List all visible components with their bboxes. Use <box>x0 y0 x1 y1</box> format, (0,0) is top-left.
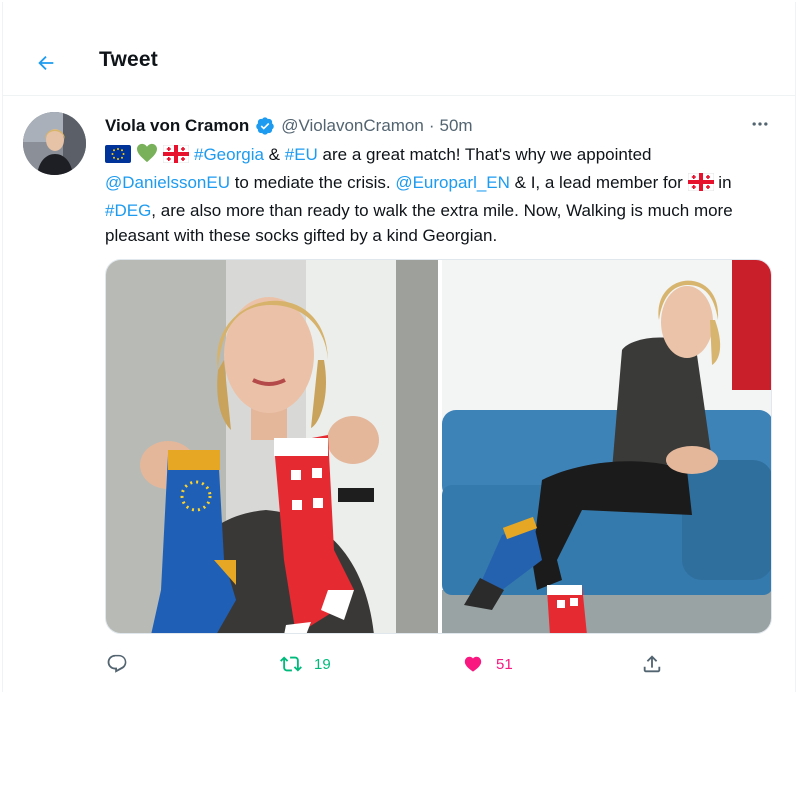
green-heart-emoji <box>136 143 158 170</box>
heart-filled-icon <box>464 656 482 672</box>
author-name[interactable]: Viola von Cramon <box>105 116 249 136</box>
mention-link[interactable]: @Europarl_EN <box>395 173 510 192</box>
tweet-text-span: & <box>263 145 285 164</box>
retweet-count: 19 <box>314 655 331 673</box>
more-options-button[interactable] <box>748 112 772 136</box>
tweet-text-span: are a great match! That's why we appoint… <box>317 145 652 164</box>
tweet-text: #Georgia & #EU are a great match! That's… <box>105 142 765 248</box>
hashtag-link[interactable]: #EU <box>285 145 318 164</box>
tweet-text-span: , are also more than ready to walk the e… <box>105 201 733 245</box>
page-header: Tweet <box>3 30 795 96</box>
hashtag-link[interactable]: #DEG <box>105 201 151 220</box>
reply-icon <box>107 654 127 673</box>
like-count: 51 <box>496 655 513 673</box>
tweet-meta: Viola von Cramon @ViolavonCramon · 50m <box>105 116 473 136</box>
author-handle[interactable]: @ViolavonCramon <box>281 116 424 136</box>
share-icon <box>643 655 661 673</box>
avatar[interactable] <box>23 112 86 175</box>
meta-separator: · <box>428 116 435 135</box>
page-title: Tweet <box>99 48 158 71</box>
tweet-media <box>105 259 772 634</box>
photo-socks-held[interactable] <box>106 260 438 633</box>
tweet-time[interactable]: 50m <box>440 116 473 136</box>
mention-link[interactable]: @DanielssonEU <box>105 173 230 192</box>
back-button[interactable] <box>29 46 63 80</box>
verified-badge-icon <box>255 116 275 136</box>
arrow-left-icon <box>38 55 54 71</box>
georgia-flag-emoji <box>162 144 190 170</box>
reply-button[interactable] <box>106 653 128 675</box>
retweet-button[interactable]: 19 <box>280 653 331 675</box>
georgia-flag-emoji <box>687 172 715 198</box>
tweet-text-span: & I, a lead member for <box>509 173 688 192</box>
tweet-text-span: in <box>713 173 732 192</box>
photo-socks-worn[interactable] <box>442 260 771 633</box>
tweet-text-span: to mediate the crisis. <box>229 173 396 192</box>
eu-flag-emoji <box>105 145 131 170</box>
hashtag-link[interactable]: #Georgia <box>194 145 264 164</box>
tweet-actions: 19 51 <box>0 648 800 680</box>
like-button[interactable]: 51 <box>462 653 513 675</box>
more-dots-icon <box>752 122 768 126</box>
avatar-image <box>23 112 86 175</box>
retweet-icon <box>280 656 302 672</box>
share-button[interactable] <box>641 653 663 675</box>
